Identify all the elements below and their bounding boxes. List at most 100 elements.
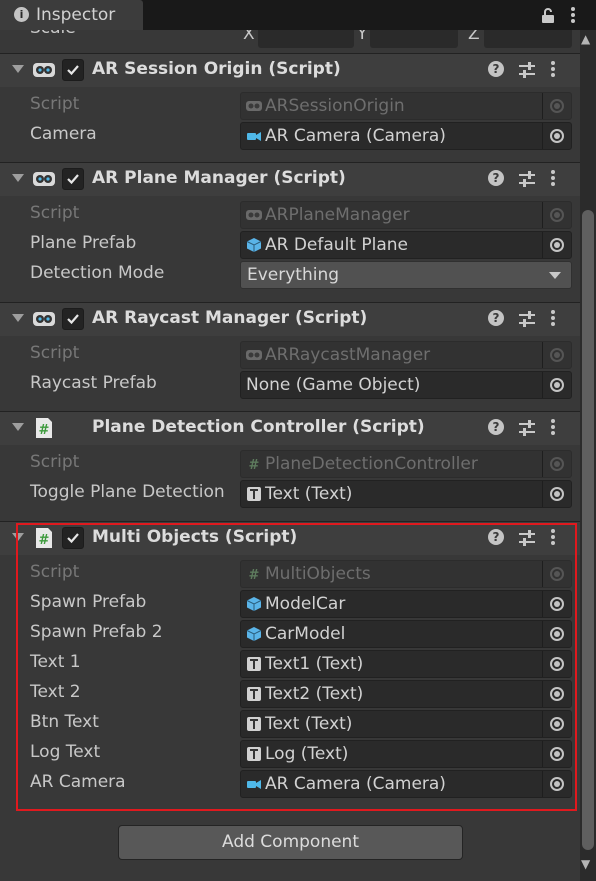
- spawn-prefab-2-field[interactable]: CarModel: [240, 620, 572, 648]
- component-header-plane-detection-controller[interactable]: # Plane Detection Controller (Script) ?: [0, 411, 580, 445]
- prefab-icon: [246, 597, 262, 611]
- cs-script-icon: #: [36, 418, 52, 438]
- field-row-toggle-plane-detection: Toggle Plane Detection Text (Text): [0, 479, 580, 509]
- object-picker-icon[interactable]: [542, 711, 571, 737]
- spawn-prefab-field[interactable]: ModelCar: [240, 590, 572, 618]
- tab-inspector[interactable]: i Inspector: [0, 0, 143, 30]
- script-field: ARSessionOrigin: [240, 92, 572, 120]
- component-header-multi-objects[interactable]: # Multi Objects (Script) ?: [0, 521, 580, 555]
- help-icon[interactable]: ?: [488, 419, 504, 435]
- presets-icon[interactable]: [518, 419, 536, 437]
- scale-z-field[interactable]: [484, 30, 572, 48]
- foldout-arrow-icon[interactable]: [12, 314, 24, 322]
- scroll-up-arrow-icon[interactable]: ▲: [581, 32, 590, 46]
- presets-icon[interactable]: [518, 61, 536, 79]
- script-field: # PlaneDetectionController: [240, 450, 572, 478]
- camera-field[interactable]: AR Camera (Camera): [240, 122, 572, 150]
- scale-y-field[interactable]: [370, 30, 458, 48]
- help-icon[interactable]: ?: [488, 529, 504, 545]
- ar-script-icon: [246, 210, 262, 220]
- toggle-plane-detection-field[interactable]: Text (Text): [240, 480, 572, 508]
- object-picker-icon[interactable]: [542, 372, 571, 398]
- object-picker-icon[interactable]: [542, 741, 571, 767]
- field-value: Text (Text): [265, 484, 353, 504]
- help-icon[interactable]: ?: [488, 61, 504, 77]
- object-picker-icon[interactable]: [542, 621, 571, 647]
- help-icon[interactable]: ?: [488, 170, 504, 186]
- raycast-prefab-field[interactable]: None (Game Object): [240, 371, 572, 399]
- cs-script-icon: #: [249, 458, 260, 472]
- component-header-icons: ?: [488, 61, 568, 81]
- component-header-icons: ?: [488, 170, 568, 190]
- component-menu-icon[interactable]: [550, 418, 556, 436]
- scroll-down-arrow-icon[interactable]: ▼: [581, 857, 590, 871]
- foldout-arrow-icon[interactable]: [12, 533, 24, 541]
- field-value: AR Camera (Camera): [265, 774, 446, 794]
- foldout-arrow-icon[interactable]: [12, 174, 24, 182]
- ar-script-icon: [33, 312, 55, 326]
- component-enabled-checkbox[interactable]: [62, 168, 84, 190]
- presets-icon[interactable]: [518, 170, 536, 188]
- object-picker-icon[interactable]: [542, 651, 571, 677]
- plane-prefab-field[interactable]: AR Default Plane: [240, 231, 572, 259]
- field-label: Raycast Prefab: [30, 373, 157, 393]
- component-title: AR Session Origin (Script): [92, 59, 341, 79]
- field-label: Script: [30, 203, 80, 223]
- component-menu-icon[interactable]: [550, 528, 556, 546]
- component-header-ar-raycast-manager[interactable]: AR Raycast Manager (Script) ?: [0, 302, 580, 336]
- object-picker-icon: [542, 202, 571, 228]
- component-menu-icon[interactable]: [550, 169, 556, 187]
- field-value: AR Default Plane: [265, 235, 408, 255]
- foldout-arrow-icon[interactable]: [12, 65, 24, 73]
- component-menu-icon[interactable]: [550, 309, 556, 327]
- help-icon[interactable]: ?: [488, 310, 504, 326]
- scrollbar-thumb[interactable]: [582, 210, 594, 850]
- scale-x-field[interactable]: [258, 30, 354, 48]
- field-value: Text1 (Text): [265, 654, 364, 674]
- field-label: Text 2: [30, 682, 81, 702]
- ar-camera-field[interactable]: AR Camera (Camera): [240, 770, 572, 798]
- field-value: None (Game Object): [246, 375, 421, 395]
- component-header-ar-plane-manager[interactable]: AR Plane Manager (Script) ?: [0, 162, 580, 196]
- field-label: Script: [30, 94, 80, 114]
- btn-text-field[interactable]: Text (Text): [240, 710, 572, 738]
- object-picker-icon[interactable]: [542, 771, 571, 797]
- camera-icon: [247, 132, 261, 141]
- foldout-arrow-icon[interactable]: [12, 423, 24, 431]
- text-1-field[interactable]: Text1 (Text): [240, 650, 572, 678]
- log-text-field[interactable]: Log (Text): [240, 740, 572, 768]
- component-enabled-checkbox[interactable]: [62, 527, 84, 549]
- field-value: ARSessionOrigin: [265, 96, 405, 116]
- field-label: Log Text: [30, 742, 101, 762]
- presets-icon[interactable]: [518, 529, 536, 547]
- object-picker-icon: [542, 342, 571, 368]
- detection-mode-dropdown[interactable]: Everything: [240, 261, 572, 289]
- field-label: Spawn Prefab: [30, 592, 147, 612]
- object-picker-icon[interactable]: [542, 481, 571, 507]
- component-enabled-checkbox[interactable]: [62, 308, 84, 330]
- ar-script-icon: [246, 101, 262, 111]
- object-picker-icon: [542, 561, 571, 587]
- object-picker-icon[interactable]: [542, 232, 571, 258]
- component-header-ar-session-origin[interactable]: AR Session Origin (Script) ?: [0, 53, 580, 87]
- object-picker-icon[interactable]: [542, 681, 571, 707]
- field-value: Text2 (Text): [265, 684, 364, 704]
- object-picker-icon[interactable]: [542, 591, 571, 617]
- component-menu-icon[interactable]: [550, 60, 556, 78]
- text-2-field[interactable]: Text2 (Text): [240, 680, 572, 708]
- field-row-text-1: Text 1 Text1 (Text): [0, 649, 580, 679]
- presets-icon[interactable]: [518, 310, 536, 328]
- field-row-script: Script # MultiObjects: [0, 559, 580, 589]
- field-label: Text 1: [30, 652, 81, 672]
- component-header-icons: ?: [488, 419, 568, 439]
- object-picker-icon[interactable]: [542, 123, 571, 149]
- field-row-ar-camera: AR Camera AR Camera (Camera): [0, 769, 580, 799]
- lock-icon[interactable]: [541, 8, 555, 24]
- cs-script-icon: #: [249, 568, 260, 582]
- more-options-icon[interactable]: [570, 6, 576, 24]
- add-component-button[interactable]: Add Component: [118, 825, 463, 860]
- field-value: ModelCar: [265, 594, 346, 614]
- field-row-plane-prefab: Plane Prefab AR Default Plane: [0, 230, 580, 260]
- text-icon: [247, 487, 261, 501]
- component-enabled-checkbox[interactable]: [62, 59, 84, 81]
